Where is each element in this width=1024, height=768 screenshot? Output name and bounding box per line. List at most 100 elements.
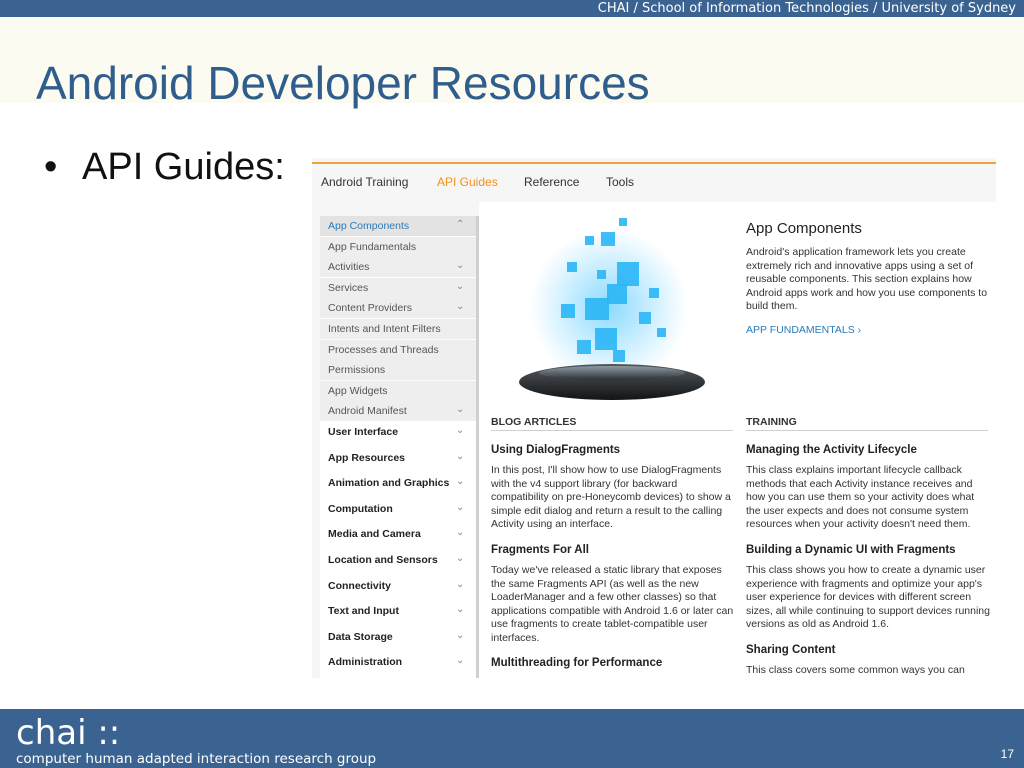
sidebar-item[interactable]: Data Storage ⌄ <box>320 627 476 647</box>
sidebar-item[interactable]: Processes and Threads <box>320 339 476 360</box>
sidebar-item[interactable]: Content Providers ⌄ <box>320 298 476 319</box>
sidebar-item-label: Administration <box>328 656 403 669</box>
chevron-down-icon[interactable]: ⌄ <box>456 404 464 415</box>
training-article-title[interactable]: Sharing Content <box>746 644 835 656</box>
chevron-down-icon[interactable]: ⌄ <box>456 476 464 487</box>
sidebar-item[interactable]: Media and Camera ⌄ <box>320 524 476 544</box>
sidebar-item[interactable]: Computation ⌄ <box>320 499 476 519</box>
bullet-item: • API Guides: <box>44 144 285 190</box>
nav-android-training[interactable]: Android Training <box>321 175 408 189</box>
floating-cube <box>619 218 627 226</box>
sidebar-item-label: Media and Camera <box>328 528 421 541</box>
chevron-up-icon[interactable]: ⌃ <box>456 219 464 230</box>
sidebar-item[interactable]: Text and Input ⌄ <box>320 601 476 621</box>
sidebar-item[interactable]: Animation and Graphics ⌄ <box>320 473 476 493</box>
training-article-title[interactable]: Managing the Activity Lifecycle <box>746 444 917 456</box>
glow-effect <box>529 232 689 382</box>
floating-cube <box>613 350 625 362</box>
slide-title: Android Developer Resources <box>36 57 650 109</box>
sidebar-item[interactable]: App Components ⌃ <box>320 216 476 236</box>
chevron-down-icon[interactable]: ⌄ <box>456 425 464 436</box>
title-band: Android Developer Resources <box>0 17 1024 109</box>
section-title: App Components <box>746 220 862 237</box>
chevron-down-icon[interactable]: ⌄ <box>456 655 464 666</box>
chevron-down-icon[interactable]: ⌄ <box>456 281 464 292</box>
sidebar-item-label: Connectivity <box>328 579 392 592</box>
floating-cube <box>649 288 659 298</box>
sidebar-item[interactable]: Activities ⌄ <box>320 257 476 278</box>
nav-api-guides[interactable]: API Guides <box>437 175 498 189</box>
sidebar-item-label: App Components <box>328 220 410 232</box>
sidebar-item-label: Computation <box>328 502 393 515</box>
chevron-down-icon[interactable]: ⌄ <box>456 630 464 641</box>
chevron-down-icon[interactable]: ⌄ <box>456 604 464 615</box>
blog-article-title[interactable]: Multithreading for Performance <box>491 657 662 669</box>
sidebar-item-label: App Widgets <box>328 384 388 397</box>
training-article-desc: This class covers some common ways you c… <box>746 664 965 678</box>
nav-reference[interactable]: Reference <box>524 175 579 189</box>
chevron-down-icon[interactable]: ⌄ <box>456 553 464 564</box>
phone-screen <box>539 366 685 380</box>
site-nav: Android Training API Guides Reference To… <box>312 164 996 202</box>
chevron-down-icon[interactable]: ⌄ <box>456 451 464 462</box>
floating-cube <box>595 328 617 350</box>
sidebar-item-label: Intents and Intent Filters <box>328 323 441 335</box>
sidebar-item-label: Animation and Graphics <box>328 477 450 490</box>
top-banner: CHAI / School of Information Technologie… <box>0 0 1024 17</box>
sidebar-item[interactable]: App Widgets <box>320 380 476 401</box>
chevron-down-icon[interactable]: ⌄ <box>456 260 464 271</box>
blog-article-title[interactable]: Using DialogFragments <box>491 444 620 456</box>
floating-cube <box>639 312 651 324</box>
floating-cube <box>657 328 666 337</box>
sidebar-item[interactable]: App Resources ⌄ <box>320 448 476 468</box>
api-guides-screenshot: Android Training API Guides Reference To… <box>312 158 996 678</box>
sidebar-item[interactable]: Administration ⌄ <box>320 652 476 672</box>
sidebar-item-label: Text and Input <box>328 605 399 618</box>
chevron-down-icon[interactable]: ⌄ <box>456 527 464 538</box>
blog-articles-heading: BLOG ARTICLES <box>491 416 577 428</box>
group-tagline: computer human adapted interaction resea… <box>16 751 377 767</box>
sidebar-item[interactable]: Android Manifest ⌄ <box>320 401 476 422</box>
floating-cube <box>561 304 575 318</box>
blog-article-desc: In this post, I'll show how to use Dialo… <box>491 464 731 530</box>
sidebar-item[interactable]: Connectivity ⌄ <box>320 576 476 596</box>
sidebar-item-label: Content Providers <box>328 302 413 315</box>
sidebar-item-label: Services <box>328 281 369 294</box>
header-breadcrumb: CHAI / School of Information Technologie… <box>597 1 1016 16</box>
chevron-down-icon[interactable]: ⌄ <box>456 579 464 590</box>
bullet-text: API Guides: <box>82 146 285 188</box>
training-heading: TRAINING <box>746 416 797 428</box>
sidebar-item[interactable]: App Fundamentals <box>320 236 476 257</box>
sidebar-item-label: Activities <box>328 261 370 274</box>
floating-cube <box>585 298 609 320</box>
footer-bar: chai :: computer human adapted interacti… <box>0 709 1024 768</box>
floating-cube <box>607 284 627 304</box>
floating-cube <box>577 340 591 354</box>
sidebar-item[interactable]: Location and Sensors ⌄ <box>320 550 476 570</box>
sidebar-item[interactable]: Services ⌄ <box>320 277 476 298</box>
main-content: App Components Android's application fra… <box>479 202 996 678</box>
training-article-desc: This class explains important lifecycle … <box>746 464 975 530</box>
sidebar-item-label: Processes and Threads <box>328 343 439 356</box>
sidebar-item[interactable]: Intents and Intent Filters <box>320 319 476 339</box>
training-article-title[interactable]: Building a Dynamic UI with Fragments <box>746 544 956 556</box>
bullet-symbol: • <box>44 146 58 188</box>
chevron-down-icon[interactable]: ⌄ <box>456 301 464 312</box>
floating-cube <box>597 270 606 279</box>
app-fundamentals-link[interactable]: APP FUNDAMENTALS › <box>746 324 861 336</box>
sidebar-item-label: Data Storage <box>328 630 393 643</box>
sidebar-item-label: Permissions <box>328 364 386 377</box>
blog-article-title[interactable]: Fragments For All <box>491 544 589 556</box>
sidebar-nav: App Components ⌃ App Fundamentals Activitie… <box>320 216 476 678</box>
section-description: Android's application framework lets you… <box>746 246 988 312</box>
nav-tools[interactable]: Tools <box>606 175 634 189</box>
sidebar-item[interactable]: Permissions <box>320 360 476 381</box>
sidebar-item-label: Android Manifest <box>328 405 407 418</box>
sidebar-item[interactable]: User Interface ⌄ <box>320 422 476 442</box>
floating-cube <box>585 236 594 245</box>
chai-logo: chai :: <box>16 713 121 753</box>
sidebar-item-label: App Fundamentals <box>328 240 417 253</box>
app-components-illustration <box>489 212 737 408</box>
chevron-down-icon[interactable]: ⌄ <box>456 502 464 513</box>
sidebar-item-label: App Resources <box>328 451 406 464</box>
